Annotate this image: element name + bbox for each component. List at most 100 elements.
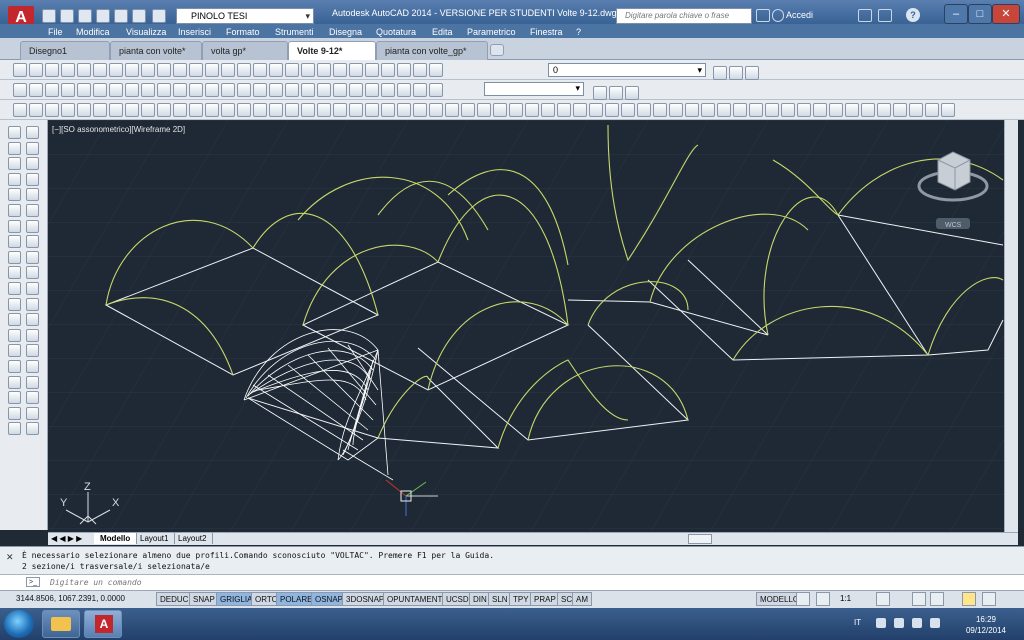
copy-object-icon[interactable]	[8, 141, 21, 155]
presspull-icon[interactable]	[189, 103, 203, 117]
align-icon[interactable]	[8, 422, 21, 436]
menu-edita[interactable]: Edita	[432, 27, 453, 37]
box-icon[interactable]	[29, 103, 43, 117]
cone-icon[interactable]	[61, 103, 75, 117]
language-indicator[interactable]: IT	[854, 618, 861, 627]
quick-view-drawings-icon[interactable]	[816, 592, 830, 606]
tab-layout2[interactable]: Layout2	[172, 533, 214, 544]
tab-modello[interactable]: Modello	[94, 533, 138, 544]
coordinate-readout[interactable]: 3144.8506, 1067.2391, 0.0000	[16, 594, 125, 603]
spline-icon[interactable]	[26, 250, 39, 264]
status-toggle-prap[interactable]: PRAP	[530, 592, 560, 606]
realistic-icon[interactable]	[749, 103, 763, 117]
union-icon[interactable]	[253, 103, 267, 117]
design-center-icon[interactable]	[317, 63, 331, 77]
tab-pianta-con-volte[interactable]: pianta con volte*	[110, 41, 202, 60]
ucs-face-icon[interactable]	[557, 103, 571, 117]
menu-modifica[interactable]: Modifica	[76, 27, 110, 37]
wedge-icon[interactable]	[45, 103, 59, 117]
inspect-icon[interactable]	[253, 83, 267, 97]
camera-icon[interactable]	[461, 103, 475, 117]
slice-icon[interactable]	[365, 103, 379, 117]
clock[interactable]: 16:29 09/12/2014	[958, 614, 1014, 636]
dim-edit-icon[interactable]	[285, 83, 299, 97]
polyline-icon[interactable]	[26, 157, 39, 171]
autocad-taskbar-icon[interactable]: A	[84, 610, 122, 638]
solid-icon[interactable]	[413, 83, 427, 97]
rotate-3d-icon[interactable]	[317, 103, 331, 117]
extract-edges-icon[interactable]	[877, 103, 891, 117]
tab-pianta-con-volte-gp[interactable]: pianta con volte_gp*	[376, 41, 488, 60]
layer-select[interactable]: 0	[548, 63, 706, 77]
save-as-icon[interactable]	[96, 9, 110, 23]
quick-dim-icon[interactable]	[141, 83, 155, 97]
quick-view-layouts-icon[interactable]	[796, 592, 810, 606]
menu-inserisci[interactable]: Inserisci	[178, 27, 211, 37]
3d-print-icon[interactable]	[109, 63, 123, 77]
circle-icon[interactable]	[26, 219, 39, 233]
revolve-icon[interactable]	[221, 103, 235, 117]
cut-icon[interactable]	[125, 63, 139, 77]
redo-tb-icon[interactable]	[221, 63, 235, 77]
tab-volte-9-12[interactable]: Volte 9-12*	[288, 41, 376, 60]
tolerance-icon[interactable]	[221, 83, 235, 97]
polysolid-icon[interactable]	[13, 103, 27, 117]
ucs-previous-icon[interactable]	[541, 103, 555, 117]
revision-cloud-icon[interactable]	[26, 235, 39, 249]
extrude-icon[interactable]	[173, 103, 187, 117]
ucs-icon[interactable]	[509, 103, 523, 117]
add-selected-icon[interactable]	[26, 422, 39, 436]
make-block-icon[interactable]	[26, 313, 39, 327]
intersect-icon[interactable]	[285, 103, 299, 117]
arc-icon[interactable]	[26, 204, 39, 217]
annotation-scale[interactable]: 1:1	[840, 594, 851, 603]
solid-history-icon[interactable]	[861, 103, 875, 117]
make-current-icon[interactable]	[713, 66, 727, 80]
fly-icon[interactable]	[493, 103, 507, 117]
walk-icon[interactable]	[477, 103, 491, 117]
help-button[interactable]: ?	[906, 8, 920, 22]
imprint-icon[interactable]	[893, 103, 907, 117]
tray-battery-icon[interactable]	[894, 618, 904, 628]
copy-icon[interactable]	[141, 63, 155, 77]
polygon-icon[interactable]	[26, 172, 39, 186]
menu-formato[interactable]: Formato	[226, 27, 260, 37]
ucs-z-icon[interactable]	[685, 103, 699, 117]
dim-style-icon[interactable]	[397, 83, 411, 97]
save-file-icon[interactable]	[45, 63, 59, 77]
menu-visualizza[interactable]: Visualizza	[126, 27, 166, 37]
redo-icon[interactable]	[152, 9, 166, 23]
ucs-view-icon[interactable]	[589, 103, 603, 117]
menu-strumenti[interactable]: Strumenti	[275, 27, 314, 37]
menu-parametrico[interactable]: Parametrico	[467, 27, 516, 37]
array-3d-icon[interactable]	[349, 103, 363, 117]
gradient-icon[interactable]	[26, 360, 39, 373]
conceptual-icon[interactable]	[765, 103, 779, 117]
orbit-b-icon[interactable]	[609, 86, 623, 100]
pan-icon[interactable]	[237, 63, 251, 77]
open-file-icon[interactable]	[29, 63, 43, 77]
torus-icon[interactable]	[109, 103, 123, 117]
center-mark-icon[interactable]	[237, 83, 251, 97]
zoom-tb-icon[interactable]	[381, 83, 395, 97]
horizontal-scrollbar[interactable]	[688, 534, 712, 544]
zoom-realtime-icon[interactable]	[253, 63, 267, 77]
stretch-icon[interactable]	[8, 250, 21, 264]
plot-icon[interactable]	[114, 9, 128, 23]
loft-icon[interactable]	[237, 103, 251, 117]
layout-nav-icons[interactable]: ◀ ◀ ▶ ▶	[48, 533, 85, 544]
match-prop-icon[interactable]	[173, 63, 187, 77]
shell-icon[interactable]	[925, 103, 939, 117]
ucs-object-icon[interactable]	[573, 103, 587, 117]
print-icon[interactable]	[61, 63, 75, 77]
cylinder-icon[interactable]	[93, 103, 107, 117]
layer-previous-icon[interactable]	[729, 66, 743, 80]
wire-icon[interactable]	[813, 103, 827, 117]
dim-arc-icon[interactable]	[45, 83, 59, 97]
move-icon[interactable]	[8, 204, 21, 217]
binoculars-icon[interactable]	[756, 9, 770, 22]
dim-aligned-icon[interactable]	[29, 83, 43, 97]
ucs-3point-icon[interactable]	[637, 103, 651, 117]
save-icon[interactable]	[78, 9, 92, 23]
check-icon[interactable]	[941, 103, 955, 117]
